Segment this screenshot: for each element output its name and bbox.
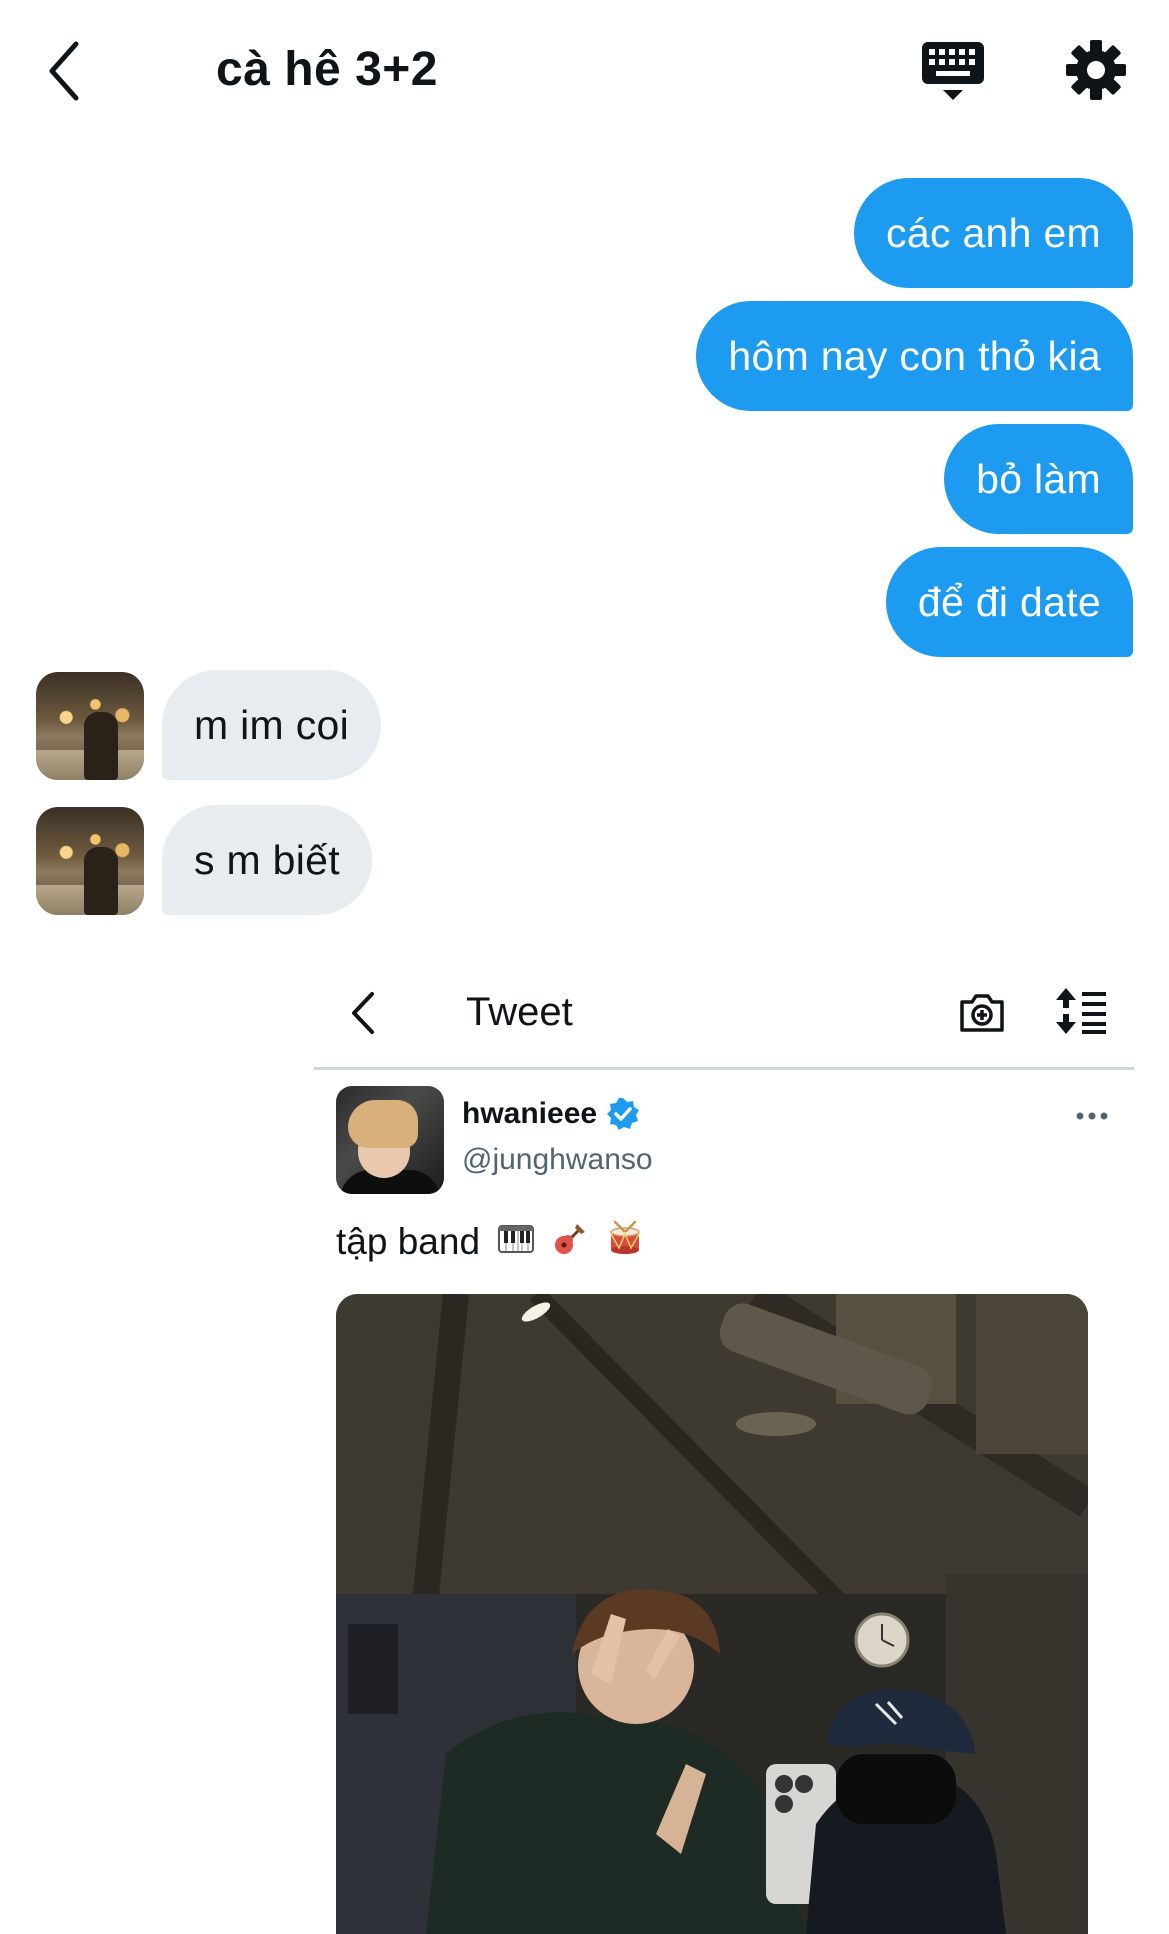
sent-message[interactable]: các anh em	[854, 178, 1133, 288]
chevron-left-icon	[49, 41, 79, 101]
keyboard-button[interactable]	[920, 38, 986, 104]
tweet-text: tập band	[336, 1218, 643, 1268]
sent-message[interactable]: bỏ làm	[944, 424, 1133, 534]
tweet-sort-button	[1056, 986, 1108, 1036]
sent-message[interactable]: để đi date	[885, 547, 1133, 657]
conversation-title: cà hê 3+2	[216, 43, 438, 96]
back-button[interactable]	[40, 36, 100, 106]
shared-tweet-card[interactable]: Tweet hwanieee @junghwanso tập band	[314, 960, 1134, 1934]
tweet-text-content: tập band	[336, 1221, 481, 1262]
settings-button[interactable]	[1064, 38, 1128, 102]
sender-avatar[interactable]	[36, 672, 144, 780]
drum-icon	[607, 1220, 643, 1268]
tweet-author-avatar	[336, 1086, 444, 1194]
sort-list-icon	[1056, 988, 1106, 1034]
more-horizontal-icon	[1076, 1112, 1108, 1120]
sender-avatar[interactable]	[36, 807, 144, 915]
tweet-back-button	[344, 988, 384, 1038]
guitar-icon	[553, 1220, 589, 1268]
tweet-camera-button	[958, 988, 1006, 1036]
tweet-photo	[336, 1294, 1088, 1934]
tweet-header-title: Tweet	[466, 990, 573, 1034]
keyboard-icon	[922, 42, 984, 100]
verified-badge-icon	[606, 1097, 640, 1131]
chevron-left-icon	[352, 992, 374, 1034]
tweet-author-name: hwanieee	[462, 1097, 598, 1130]
gear-icon	[1066, 40, 1126, 100]
received-message[interactable]: m im coi	[162, 670, 382, 780]
tweet-more-button	[1072, 1106, 1112, 1126]
tweet-author-handle: @junghwanso	[462, 1143, 653, 1176]
camera-plus-icon	[960, 994, 1004, 1032]
tweet-header-divider	[314, 1067, 1134, 1070]
sent-message[interactable]: hôm nay con thỏ kia	[696, 301, 1133, 411]
piano-icon	[498, 1220, 535, 1268]
received-message[interactable]: s m biết	[162, 805, 372, 915]
